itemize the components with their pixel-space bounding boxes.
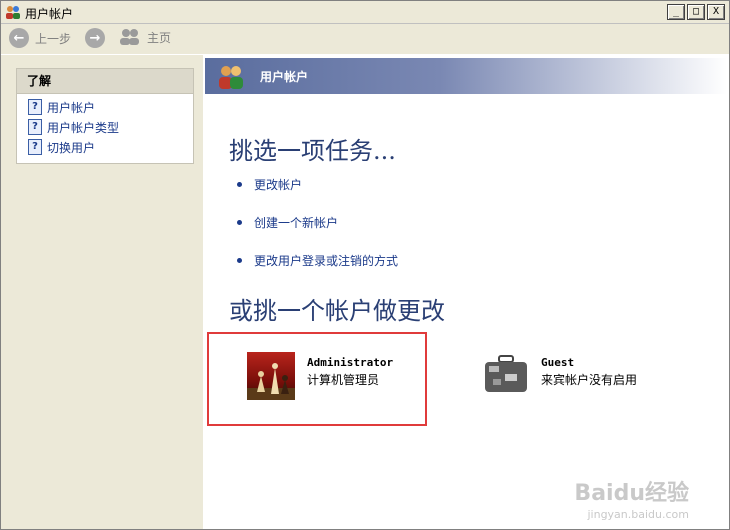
task-create-account[interactable]: 创建一个新帐户 [237,214,338,231]
pick-account-heading: 或挑一个帐户做更改 [229,297,445,325]
learn-item-label: 用户帐户 [47,100,96,115]
task-label: 更改用户登录或注销的方式 [254,254,399,268]
home-button[interactable]: 主页 [119,28,171,46]
page-banner: 用户帐户 [205,58,727,94]
maximize-button[interactable]: □ [687,4,705,20]
minimize-button[interactable]: _ [667,4,685,20]
learn-item-label: 切换用户 [47,140,96,155]
watermark-url: jingyan.baidu.com [587,508,689,521]
home-label: 主页 [147,30,172,45]
navigation-toolbar: ← 上一步 → 主页 [1,24,729,54]
task-label: 创建一个新帐户 [254,216,339,230]
bullet-icon [237,182,242,187]
window-controls: _ □ X [667,4,725,20]
left-task-pane: 了解 ? 用户帐户 ? 用户帐户类型 ? 切换用户 [1,55,203,529]
pick-task-heading: 挑选一项任务... [229,137,396,165]
back-label: 上一步 [35,31,72,46]
home-users-icon [120,29,139,45]
forward-button[interactable]: → [85,28,105,48]
learn-about-panel: 了解 ? 用户帐户 ? 用户帐户类型 ? 切换用户 [16,68,194,164]
task-change-logon[interactable]: 更改用户登录或注销的方式 [237,252,398,269]
close-button[interactable]: X [707,4,725,20]
user-accounts-icon [219,66,243,89]
task-label: 更改帐户 [254,178,303,192]
bullet-icon [237,220,242,225]
help-icon: ? [28,99,42,115]
user-accounts-window: 用户帐户 _ □ X ← 上一步 → 主页 了解 ? 用户帐户 ? 用户帐户类型… [0,0,730,530]
learn-item-account-types[interactable]: ? 用户帐户类型 [17,117,193,137]
help-icon: ? [28,119,42,135]
learn-panel-title: 了解 [17,69,193,94]
back-arrow-icon: ← [9,28,29,48]
help-icon: ? [28,139,42,155]
learn-item-user-accounts[interactable]: ? 用户帐户 [17,97,193,117]
banner-title: 用户帐户 [260,70,309,84]
selection-highlight [207,332,427,426]
bullet-icon [237,258,242,263]
window-title: 用户帐户 [25,7,74,21]
account-name: Guest [541,356,575,369]
watermark-brand: Baidu经验 [574,481,689,506]
learn-item-switch-users[interactable]: ? 切换用户 [17,137,193,157]
title-bar: 用户帐户 _ □ X [1,1,729,24]
account-guest[interactable]: Guest 来宾帐户没有启用 [483,352,637,396]
suitcase-icon [485,355,527,392]
learn-item-label: 用户帐户类型 [47,120,120,135]
back-button[interactable]: ← 上一步 [9,28,71,48]
task-change-account[interactable]: 更改帐户 [237,176,302,193]
user-accounts-icon [6,6,20,19]
account-status: 来宾帐户没有启用 [541,373,638,387]
forward-arrow-icon: → [85,28,105,48]
